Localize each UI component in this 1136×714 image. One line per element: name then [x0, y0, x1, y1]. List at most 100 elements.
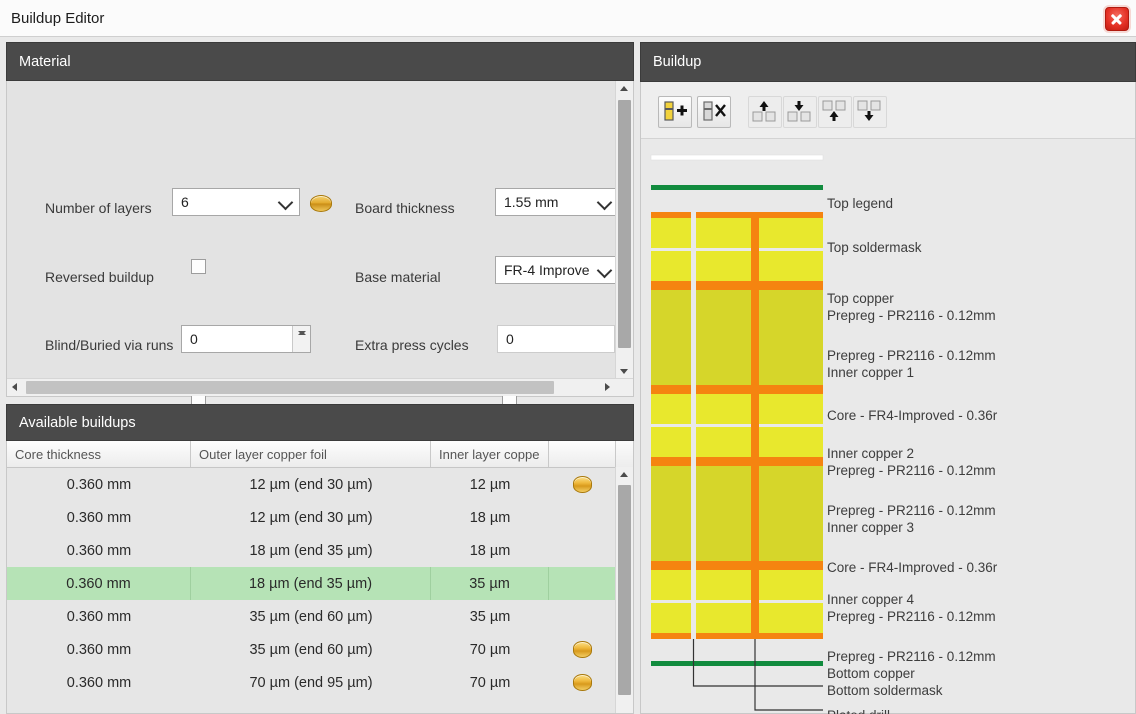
move-to-top-button[interactable]	[818, 96, 852, 128]
cell-outer-layer-copper-foil: 12 µm (end 30 µm)	[249, 476, 373, 493]
cell-core-thickness: 0.360 mm	[66, 509, 132, 526]
reversed-buildup-label: Reversed buildup	[45, 269, 154, 285]
legend-item: Top legend	[827, 195, 893, 212]
cell-inner-layer-copper: 70 µm	[469, 674, 511, 691]
legend-item: Top soldermask	[827, 239, 922, 256]
non-plated-through-hole	[691, 212, 696, 639]
cell-core-thickness: 0.360 mm	[66, 641, 132, 658]
legend-item: Bottom soldermask	[827, 682, 943, 699]
material-vertical-scrollbar[interactable]	[615, 81, 633, 380]
add-layer-button[interactable]	[658, 96, 692, 128]
scroll-left-icon[interactable]	[7, 379, 24, 396]
legend-label: Prepreg - PR2116 - 0.12mm	[827, 463, 996, 478]
legend-label: Prepreg - PR2116 - 0.12mm	[827, 609, 996, 624]
cell-indicator	[549, 600, 616, 633]
add-layer-icon	[664, 101, 687, 121]
board-thickness-label: Board thickness	[355, 200, 455, 216]
cell-indicator	[549, 633, 616, 666]
number-of-layers-label: Number of layers	[45, 200, 152, 216]
layer-stack	[651, 212, 823, 639]
cell-indicator	[549, 534, 616, 567]
material-panel-body: Number of layers 6 Board thickness 1.55 …	[6, 81, 634, 440]
coin-icon	[573, 476, 592, 493]
chevron-down-icon	[277, 194, 294, 211]
legend-item: Core - FR4-Improved - 0.36r	[827, 407, 997, 424]
legend-label: Bottom soldermask	[827, 683, 943, 698]
legend-label: Prepreg - PR2116 - 0.12mm	[827, 348, 996, 363]
buildups-scroll-thumb[interactable]	[618, 485, 631, 695]
extra-press-cycles-label: Extra press cycles	[355, 337, 469, 353]
reversed-buildup-checkbox[interactable]	[191, 259, 206, 274]
material-panel-header: Material	[6, 42, 634, 81]
cell-outer-layer-copper-foil: 35 µm (end 60 µm)	[249, 608, 373, 625]
column-header-inner-layer-copper[interactable]: Inner layer coppe	[431, 441, 549, 467]
cell-indicator	[549, 666, 616, 699]
legend-label: Inner copper 2	[827, 446, 915, 461]
layer-bottom-soldermask	[651, 661, 823, 666]
delete-layer-button[interactable]	[697, 96, 731, 128]
cell-inner-layer-copper: 70 µm	[469, 641, 511, 658]
legend-label: Inner copper 4	[827, 592, 915, 607]
legend-label: Top legend	[827, 196, 894, 211]
board-thickness-select[interactable]: 1.55 mm	[495, 188, 619, 216]
column-header-outer-layer-copper-foil[interactable]: Outer layer copper foil	[191, 441, 431, 467]
move-down-icon	[787, 101, 811, 122]
material-hscroll-thumb[interactable]	[26, 381, 554, 394]
base-material-select[interactable]: FR-4 Improve	[495, 256, 619, 284]
available-buildups-panel: Available buildups Core thickness Outer …	[6, 404, 634, 714]
number-of-layers-select[interactable]: 6	[172, 188, 300, 216]
cell-outer-layer-copper-foil: 18 µm (end 35 µm)	[249, 542, 373, 559]
legend-item: Top copper Prepreg - PR2116 - 0.12mm	[827, 290, 996, 324]
legend-label: Inner copper 3	[827, 520, 915, 535]
table-row[interactable]: 0.360 mm 12 µm (end 30 µm) 18 µm	[7, 501, 633, 534]
move-layer-up-button[interactable]	[748, 96, 782, 128]
table-row[interactable]: 0.360 mm 35 µm (end 60 µm) 70 µm	[7, 633, 633, 666]
buildup-panel: Buildup Top legend Top soldermask Top co…	[640, 42, 1136, 714]
close-icon[interactable]	[1105, 7, 1129, 31]
legend-item: Plated drill	[827, 707, 890, 714]
table-row[interactable]: 0.360 mm 18 µm (end 35 µm) 18 µm	[7, 534, 633, 567]
material-horizontal-scrollbar[interactable]	[7, 378, 633, 396]
move-to-bottom-button[interactable]	[853, 96, 887, 128]
column-header-extra[interactable]	[549, 441, 616, 467]
scroll-up-icon[interactable]	[616, 467, 633, 484]
column-header-core-thickness[interactable]: Core thickness	[7, 441, 191, 467]
material-scroll-thumb[interactable]	[618, 100, 631, 348]
table-row[interactable]: 0.360 mm 12 µm (end 30 µm) 12 µm	[7, 468, 633, 501]
base-material-label: Base material	[355, 269, 441, 285]
material-panel: Material Number of layers 6 Board thickn…	[6, 42, 634, 440]
legend-item: Core - FR4-Improved - 0.36r	[827, 559, 997, 576]
cell-inner-layer-copper: 35 µm	[469, 608, 511, 625]
cell-core-thickness: 0.360 mm	[66, 476, 132, 493]
cell-outer-layer-copper-foil: 35 µm (end 60 µm)	[249, 641, 373, 658]
cell-indicator	[549, 567, 616, 600]
available-buildups-table: Core thickness Outer layer copper foil I…	[6, 441, 634, 714]
delete-layer-icon	[703, 101, 726, 121]
cell-outer-layer-copper-foil: 18 µm (end 35 µm)	[191, 567, 431, 600]
cell-inner-layer-copper: 35 µm	[431, 567, 549, 600]
cell-inner-layer-copper: 18 µm	[469, 509, 511, 526]
legend-item: Prepreg - PR2116 - 0.12mm Inner copper 1	[827, 347, 996, 381]
scroll-right-icon[interactable]	[599, 379, 616, 396]
scroll-up-icon[interactable]	[616, 81, 633, 98]
cell-indicator	[549, 501, 616, 534]
move-to-top-icon	[822, 100, 846, 121]
buildups-vertical-scrollbar[interactable]	[615, 467, 633, 713]
coin-icon	[573, 641, 592, 658]
table-row[interactable]: 0.360 mm 18 µm (end 35 µm) 35 µm	[7, 567, 633, 600]
legend-label: Plated drill	[827, 707, 890, 714]
blind-buried-via-runs-stepper[interactable]: 0	[181, 325, 311, 353]
legend-label: Core - FR4-Improved - 0.36r	[827, 560, 998, 575]
stepper-buttons[interactable]	[292, 326, 310, 352]
extra-press-cycles-input[interactable]: 0	[497, 325, 615, 353]
table-row[interactable]: 0.360 mm 35 µm (end 60 µm) 35 µm	[7, 600, 633, 633]
layer-top-soldermask	[651, 185, 823, 190]
table-row[interactable]: 0.360 mm 70 µm (end 95 µm) 70 µm	[7, 666, 633, 699]
legend-label: Top copper	[827, 291, 894, 306]
move-layer-down-button[interactable]	[783, 96, 817, 128]
legend-label: Inner copper 1	[827, 365, 915, 380]
plated-drill-barrel	[751, 212, 759, 639]
cross-section-svg	[650, 154, 824, 711]
cell-core-thickness: 0.360 mm	[66, 608, 132, 625]
number-of-layers-value: 6	[181, 194, 189, 210]
